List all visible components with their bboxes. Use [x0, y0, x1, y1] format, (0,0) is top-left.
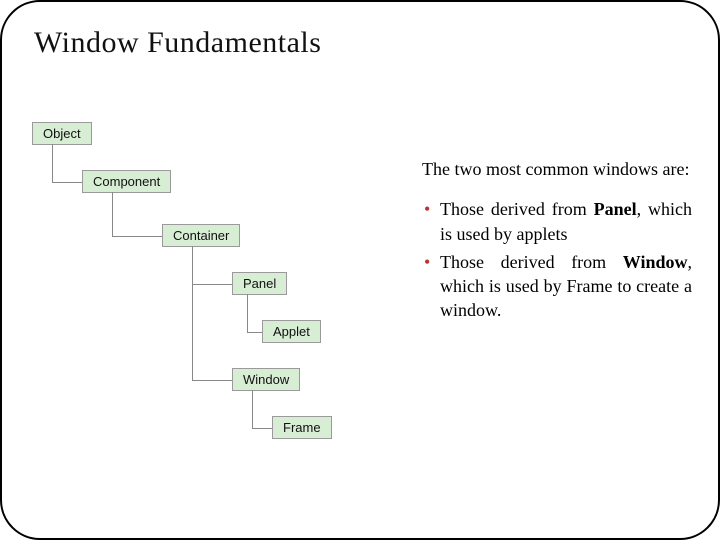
- page-title: Window Fundamentals: [34, 26, 321, 60]
- li-pre: Those derived from: [440, 199, 594, 219]
- node-container: Container: [162, 224, 240, 247]
- connector: [52, 182, 82, 183]
- intro-text: The two most common windows are:: [422, 157, 692, 181]
- connector: [252, 428, 272, 429]
- connector: [112, 192, 113, 236]
- connector: [247, 332, 262, 333]
- connector: [52, 144, 53, 182]
- li-bold: Panel: [594, 199, 637, 219]
- list-item: Those derived from Panel, which is used …: [440, 197, 692, 246]
- node-object: Object: [32, 122, 92, 145]
- slide-frame: Window Fundamentals Object Component Con…: [0, 0, 720, 540]
- description-text: The two most common windows are: Those d…: [422, 157, 692, 327]
- bullet-list: Those derived from Panel, which is used …: [422, 197, 692, 322]
- connector: [192, 246, 193, 284]
- node-applet: Applet: [262, 320, 321, 343]
- node-window: Window: [232, 368, 300, 391]
- list-item: Those derived from Window, which is used…: [440, 250, 692, 323]
- node-component: Component: [82, 170, 171, 193]
- node-frame: Frame: [272, 416, 332, 439]
- class-hierarchy-diagram: Object Component Container Panel Applet …: [32, 122, 402, 452]
- connector: [192, 380, 232, 381]
- connector: [192, 284, 193, 380]
- connector: [252, 390, 253, 428]
- connector: [192, 284, 232, 285]
- connector: [247, 294, 248, 332]
- node-panel: Panel: [232, 272, 287, 295]
- connector: [112, 236, 162, 237]
- li-bold: Window: [623, 252, 688, 272]
- li-pre: Those derived from: [440, 252, 623, 272]
